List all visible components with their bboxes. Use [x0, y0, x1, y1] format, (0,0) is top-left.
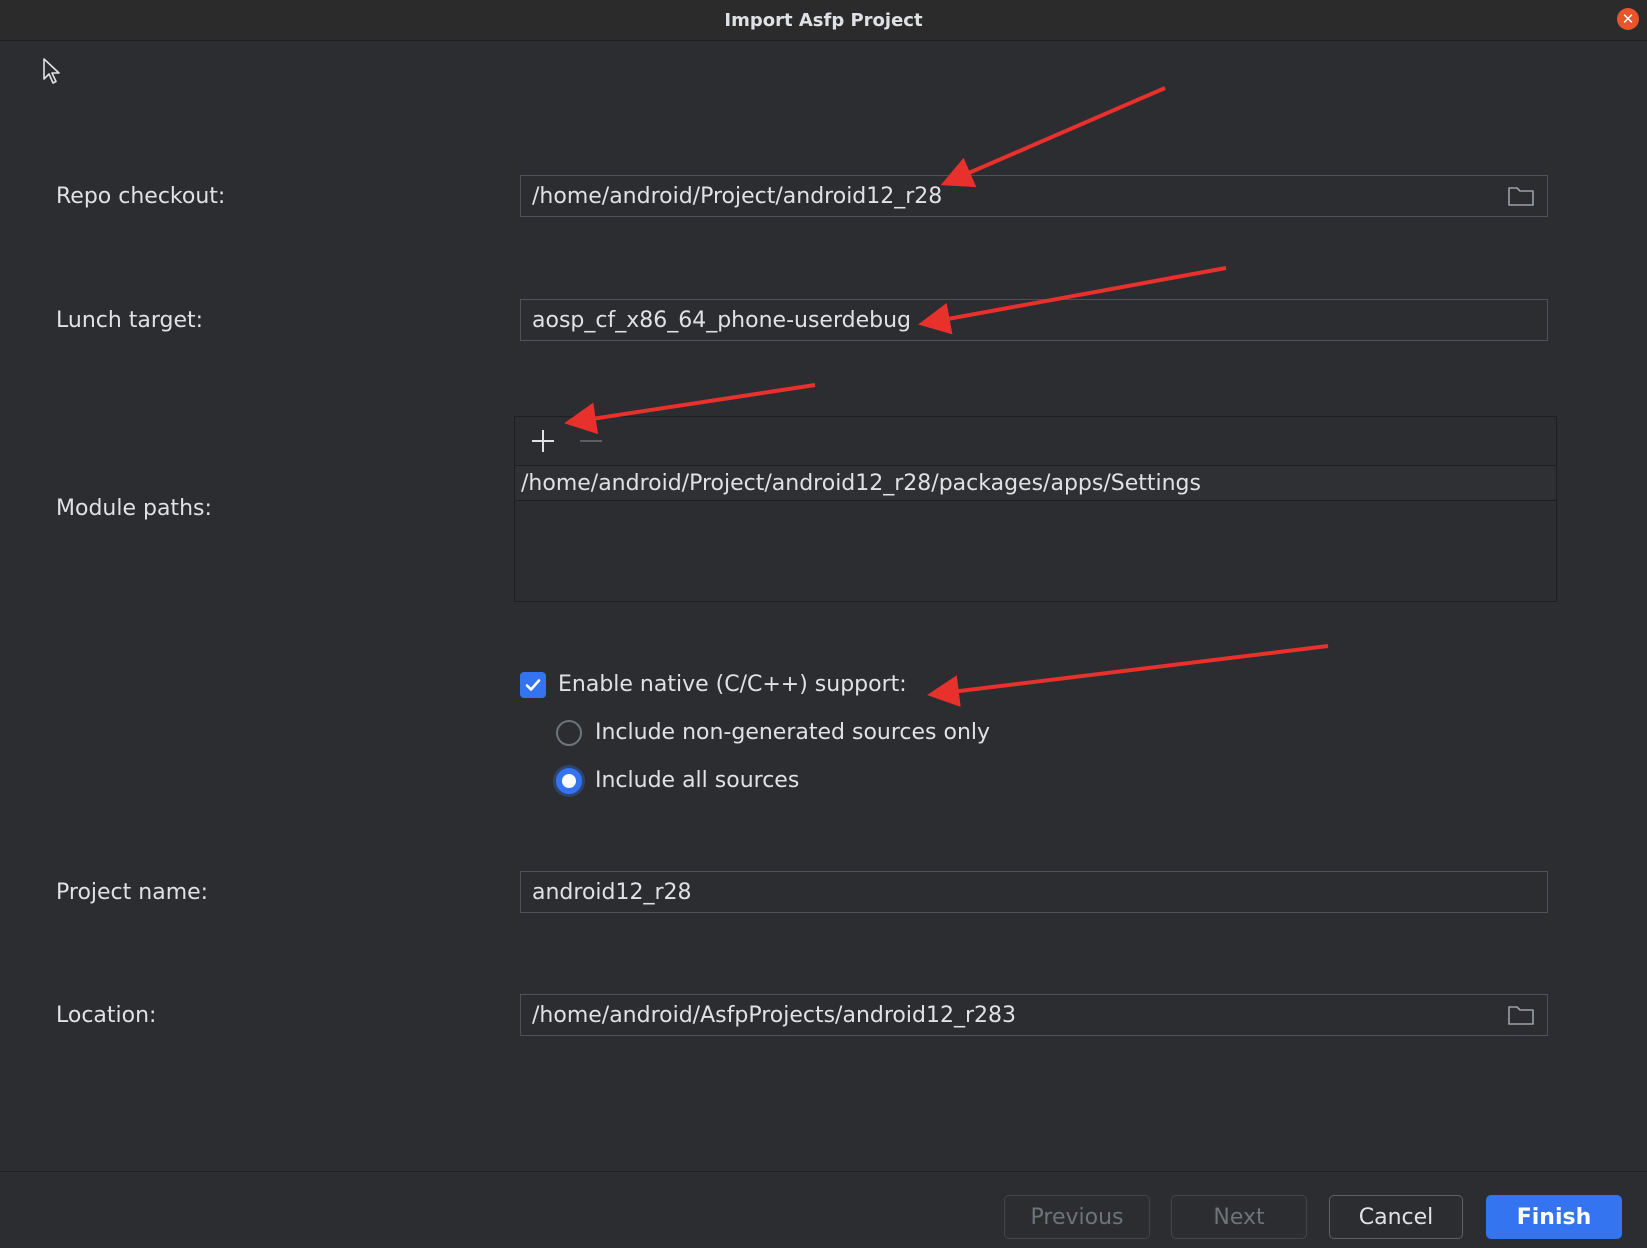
cancel-button[interactable]: Cancel	[1329, 1195, 1463, 1239]
module-path-text: /home/android/Project/android12_r28/pack…	[521, 470, 1201, 496]
location-value[interactable]: /home/android/AsfpProjects/android12_r28…	[532, 1003, 1505, 1028]
radio-all-sources-label[interactable]: Include all sources	[595, 768, 799, 793]
location-field[interactable]: /home/android/AsfpProjects/android12_r28…	[520, 994, 1548, 1036]
annotation-arrow	[940, 86, 1166, 188]
lunch-target-label: Lunch target:	[56, 308, 204, 333]
checkmark-icon	[525, 679, 541, 691]
next-button[interactable]: Next	[1171, 1195, 1307, 1239]
location-label: Location:	[56, 1003, 157, 1028]
close-button[interactable]: ✕	[1617, 8, 1639, 30]
module-paths-label: Module paths:	[56, 496, 212, 521]
annotation-arrow	[927, 644, 1329, 707]
folder-icon[interactable]	[1505, 180, 1537, 212]
repo-checkout-field[interactable]: /home/android/Project/android12_r28	[520, 175, 1548, 217]
lunch-target-value[interactable]: aosp_cf_x86_64_phone-userdebug	[532, 308, 1547, 333]
repo-checkout-label: Repo checkout:	[56, 184, 226, 209]
project-name-label: Project name:	[56, 880, 209, 905]
folder-icon[interactable]	[1505, 999, 1537, 1031]
title-bar: Import Asfp Project ✕	[0, 0, 1647, 41]
list-item[interactable]: /home/android/Project/android12_r28/pack…	[515, 466, 1556, 501]
window-title: Import Asfp Project	[724, 9, 923, 31]
radio-non-generated-label[interactable]: Include non-generated sources only	[595, 720, 990, 745]
plus-icon[interactable]	[525, 423, 561, 459]
radio-non-generated[interactable]	[556, 720, 582, 746]
repo-checkout-value[interactable]: /home/android/Project/android12_r28	[532, 184, 1505, 209]
module-paths-toolbar	[515, 417, 1556, 466]
close-icon: ✕	[1621, 10, 1635, 28]
radio-all-sources[interactable]	[556, 768, 582, 794]
enable-native-label[interactable]: Enable native (C/C++) support:	[558, 672, 907, 697]
project-name-field[interactable]: android12_r28	[520, 871, 1548, 913]
minus-icon[interactable]	[573, 423, 609, 459]
enable-native-checkbox[interactable]	[520, 672, 546, 698]
previous-button[interactable]: Previous	[1004, 1195, 1150, 1239]
finish-button[interactable]: Finish	[1486, 1195, 1622, 1239]
module-paths-list: /home/android/Project/android12_r28/pack…	[514, 416, 1557, 602]
lunch-target-field[interactable]: aosp_cf_x86_64_phone-userdebug	[520, 299, 1548, 341]
project-name-value[interactable]: android12_r28	[532, 880, 1547, 905]
mouse-cursor-icon	[43, 58, 60, 84]
